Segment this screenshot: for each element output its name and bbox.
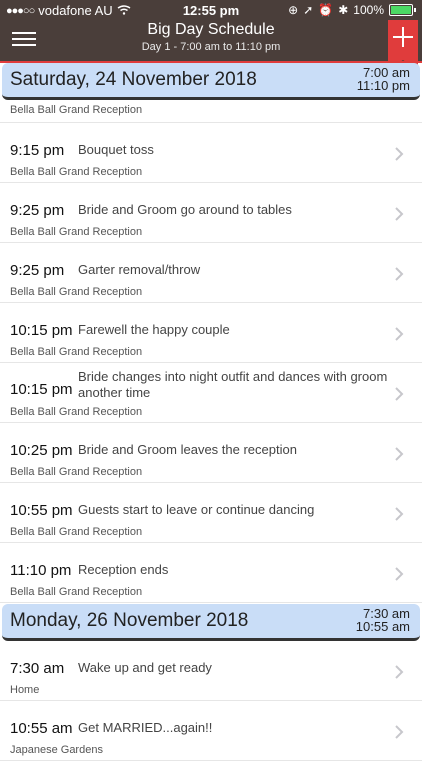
- list-item[interactable]: 10:15 pm Bride changes into night outfit…: [0, 363, 422, 423]
- event-location: Bella Ball Grand Reception: [10, 586, 143, 598]
- event-time: 7:30 am: [10, 660, 65, 677]
- list-item[interactable]: 9:25 pm Bride and Groom go around to tab…: [0, 183, 422, 243]
- day-title: Monday, 26 November 2018: [10, 610, 249, 631]
- event-time: 10:25 pm: [10, 442, 73, 459]
- day-end: 11:10 pm: [356, 78, 410, 93]
- day-header: Saturday, 24 November 2018 7:00 am 11:10…: [2, 63, 420, 100]
- page-title: Big Day Schedule: [147, 21, 275, 38]
- list-item[interactable]: 10:25 pm Bride and Groom leaves the rece…: [0, 423, 422, 483]
- list-item[interactable]: Bella Ball Grand Reception: [0, 100, 422, 123]
- day-times: 7:00 am 11:10 pm: [357, 66, 410, 92]
- event-location: Bella Ball Grand Reception: [10, 104, 143, 116]
- list-item[interactable]: 10:15 pm Farewell the happy couple Bella…: [0, 303, 422, 363]
- event-location: Bella Ball Grand Reception: [10, 406, 143, 418]
- chevron-right-icon: [395, 207, 404, 221]
- day-title: Saturday, 24 November 2018: [10, 69, 257, 90]
- battery-icon: [389, 4, 413, 16]
- chevron-right-icon: [395, 507, 404, 521]
- event-location: Bella Ball Grand Reception: [10, 286, 143, 298]
- event-title: Get MARRIED...again!!: [78, 720, 213, 735]
- status-bar: ●●●○○ vodafone AU 12:55 pm ⊕ ➚ ⏰ ✱ 100%: [0, 0, 422, 20]
- event-time: 10:15 pm: [10, 322, 73, 339]
- event-location: Bella Ball Grand Reception: [10, 226, 143, 238]
- event-location: Bella Ball Grand Reception: [10, 526, 143, 538]
- schedule-list[interactable]: Saturday, 24 November 2018 7:00 am 11:10…: [0, 63, 422, 761]
- event-title: Bride and Groom go around to tables: [78, 202, 292, 217]
- event-title: Bouquet toss: [78, 142, 154, 157]
- event-time: 11:10 pm: [10, 562, 72, 579]
- battery-percent: 100%: [353, 3, 384, 17]
- event-title: Bride changes into night outfit and danc…: [78, 369, 388, 400]
- chevron-right-icon: [395, 327, 404, 341]
- lock-rotation-icon: ⊕: [288, 3, 299, 17]
- event-time: 10:55 am: [10, 720, 73, 737]
- event-title: Reception ends: [78, 562, 169, 577]
- event-location: Bella Ball Grand Reception: [10, 166, 143, 178]
- event-title: Garter removal/throw: [78, 262, 201, 277]
- chevron-right-icon: [395, 267, 404, 281]
- day-times: 7:30 am 10:55 am: [356, 607, 410, 633]
- page-subtitle: Day 1 - 7:00 am to 11:10 pm: [141, 41, 281, 53]
- bluetooth-icon: ✱: [338, 3, 349, 17]
- list-item[interactable]: 7:30 am Wake up and get ready Home: [0, 641, 422, 701]
- event-title: Farewell the happy couple: [78, 322, 230, 337]
- event-location: Bella Ball Grand Reception: [10, 346, 143, 358]
- event-time: 10:15 pm: [10, 381, 73, 398]
- event-location: Home: [10, 684, 40, 696]
- chevron-right-icon: [395, 387, 404, 401]
- day-end: 10:55 am: [355, 619, 410, 634]
- chevron-right-icon: [395, 147, 404, 161]
- chevron-right-icon: [395, 665, 404, 679]
- event-location: Japanese Gardens: [10, 744, 103, 756]
- event-time: 9:15 pm: [10, 142, 65, 159]
- battery-tip: [414, 8, 416, 12]
- event-title: Guests start to leave or continue dancin…: [78, 502, 315, 517]
- day-header: Monday, 26 November 2018 7:30 am 10:55 a…: [2, 604, 420, 641]
- location-icon: ➚: [303, 3, 314, 17]
- alarm-icon: ⏰: [318, 3, 334, 17]
- event-location: Bella Ball Grand Reception: [10, 466, 143, 478]
- list-item[interactable]: 10:55 pm Guests start to leave or contin…: [0, 483, 422, 543]
- event-title: Wake up and get ready: [78, 660, 212, 675]
- event-time: 9:25 pm: [10, 262, 65, 279]
- list-item[interactable]: 9:25 pm Garter removal/throw Bella Ball …: [0, 243, 422, 303]
- event-title: Bride and Groom leaves the reception: [78, 442, 297, 457]
- chevron-right-icon: [395, 567, 404, 581]
- event-time: 10:55 pm: [10, 502, 73, 519]
- event-time: 9:25 pm: [10, 202, 65, 219]
- nav-bar: Big Day Schedule Day 1 - 7:00 am to 11:1…: [0, 20, 422, 70]
- chevron-right-icon: [395, 725, 404, 739]
- list-item[interactable]: 10:55 am Get MARRIED...again!! Japanese …: [0, 701, 422, 761]
- list-item[interactable]: 9:15 pm Bouquet toss Bella Ball Grand Re…: [0, 123, 422, 183]
- list-item[interactable]: 11:10 pm Reception ends Bella Ball Grand…: [0, 543, 422, 603]
- chevron-right-icon: [395, 447, 404, 461]
